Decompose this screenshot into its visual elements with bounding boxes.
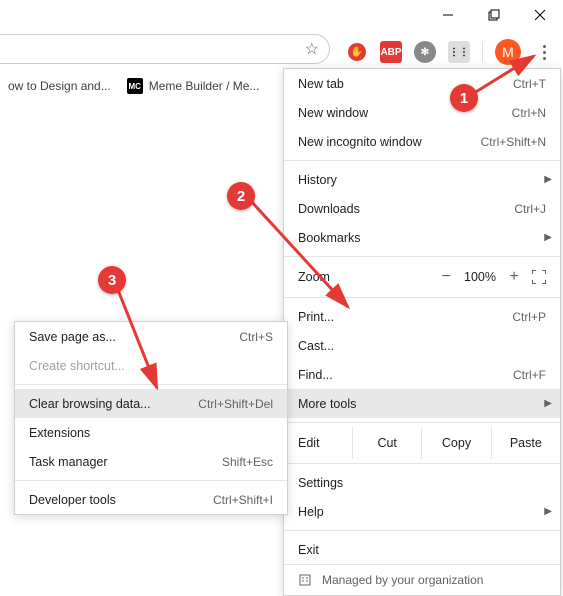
menu-zoom: Zoom − 100% +: [284, 261, 560, 293]
menu-find[interactable]: Find...Ctrl+F: [284, 360, 560, 389]
favicon: MC: [127, 78, 143, 94]
submenu-developer-tools[interactable]: Developer toolsCtrl+Shift+I: [15, 485, 287, 514]
ublock-icon[interactable]: ✋: [346, 41, 368, 63]
menu-settings[interactable]: Settings: [284, 468, 560, 497]
menu-more-tools[interactable]: More tools▶: [284, 389, 560, 418]
maximize-button[interactable]: [471, 0, 517, 30]
chevron-right-icon: ▶: [544, 232, 552, 243]
separator: [284, 422, 560, 423]
menu-new-tab[interactable]: New tabCtrl+T: [284, 69, 560, 98]
menu-print[interactable]: Print...Ctrl+P: [284, 302, 560, 331]
separator: [15, 384, 287, 385]
chevron-right-icon: ▶: [544, 398, 552, 409]
separator: [284, 463, 560, 464]
building-icon: [298, 573, 312, 587]
extension-icon[interactable]: ✻: [414, 41, 436, 63]
menu-bookmarks[interactable]: Bookmarks▶: [284, 223, 560, 252]
separator: [284, 297, 560, 298]
chevron-right-icon: ▶: [544, 506, 552, 517]
bookmark-label: Meme Builder / Me...: [149, 79, 260, 93]
bookmark-item[interactable]: MC Meme Builder / Me...: [127, 78, 260, 94]
paste-button[interactable]: Paste: [491, 427, 560, 459]
copy-button[interactable]: Copy: [421, 427, 490, 459]
toolbar: ✋ ABP ✻ ⋮⋮ M: [0, 34, 563, 70]
menu-new-window[interactable]: New windowCtrl+N: [284, 98, 560, 127]
close-button[interactable]: [517, 0, 563, 30]
bookmarks-bar: ow to Design and... MC Meme Builder / Me…: [0, 70, 259, 102]
annotation-badge-1: 1: [450, 84, 478, 112]
annotation-badge-2: 2: [227, 182, 255, 210]
separator: [15, 480, 287, 481]
window-controls: [425, 0, 563, 30]
chrome-menu: New tabCtrl+T New windowCtrl+N New incog…: [283, 68, 561, 596]
menu-help[interactable]: Help▶: [284, 497, 560, 526]
adblock-icon[interactable]: ABP: [380, 41, 402, 63]
zoom-in-button[interactable]: +: [504, 268, 524, 286]
zoom-value: 100%: [464, 270, 496, 284]
separator: [482, 42, 483, 62]
fullscreen-icon[interactable]: [532, 270, 546, 284]
zoom-out-button[interactable]: −: [436, 268, 456, 286]
menu-history[interactable]: History▶: [284, 165, 560, 194]
cut-button[interactable]: Cut: [352, 427, 421, 459]
annotation-badge-3: 3: [98, 266, 126, 294]
more-tools-submenu: Save page as...Ctrl+S Create shortcut...…: [14, 321, 288, 515]
menu-exit[interactable]: Exit: [284, 535, 560, 564]
submenu-clear-browsing-data[interactable]: Clear browsing data...Ctrl+Shift+Del: [15, 389, 287, 418]
chevron-right-icon: ▶: [544, 174, 552, 185]
bookmark-item[interactable]: ow to Design and...: [8, 79, 111, 93]
separator: [284, 160, 560, 161]
menu-cast[interactable]: Cast...: [284, 331, 560, 360]
submenu-create-shortcut: Create shortcut...: [15, 351, 287, 380]
submenu-save-page[interactable]: Save page as...Ctrl+S: [15, 322, 287, 351]
profile-avatar[interactable]: M: [495, 39, 521, 65]
submenu-task-manager[interactable]: Task managerShift+Esc: [15, 447, 287, 476]
menu-downloads[interactable]: DownloadsCtrl+J: [284, 194, 560, 223]
menu-edit: Edit Cut Copy Paste: [284, 427, 560, 459]
separator: [284, 530, 560, 531]
minimize-button[interactable]: [425, 0, 471, 30]
menu-button[interactable]: [533, 39, 555, 65]
extension-icon[interactable]: ⋮⋮: [448, 41, 470, 63]
managed-notice[interactable]: Managed by your organization: [284, 564, 560, 595]
separator: [284, 256, 560, 257]
menu-incognito[interactable]: New incognito windowCtrl+Shift+N: [284, 127, 560, 156]
bookmark-label: ow to Design and...: [8, 79, 111, 93]
submenu-extensions[interactable]: Extensions: [15, 418, 287, 447]
